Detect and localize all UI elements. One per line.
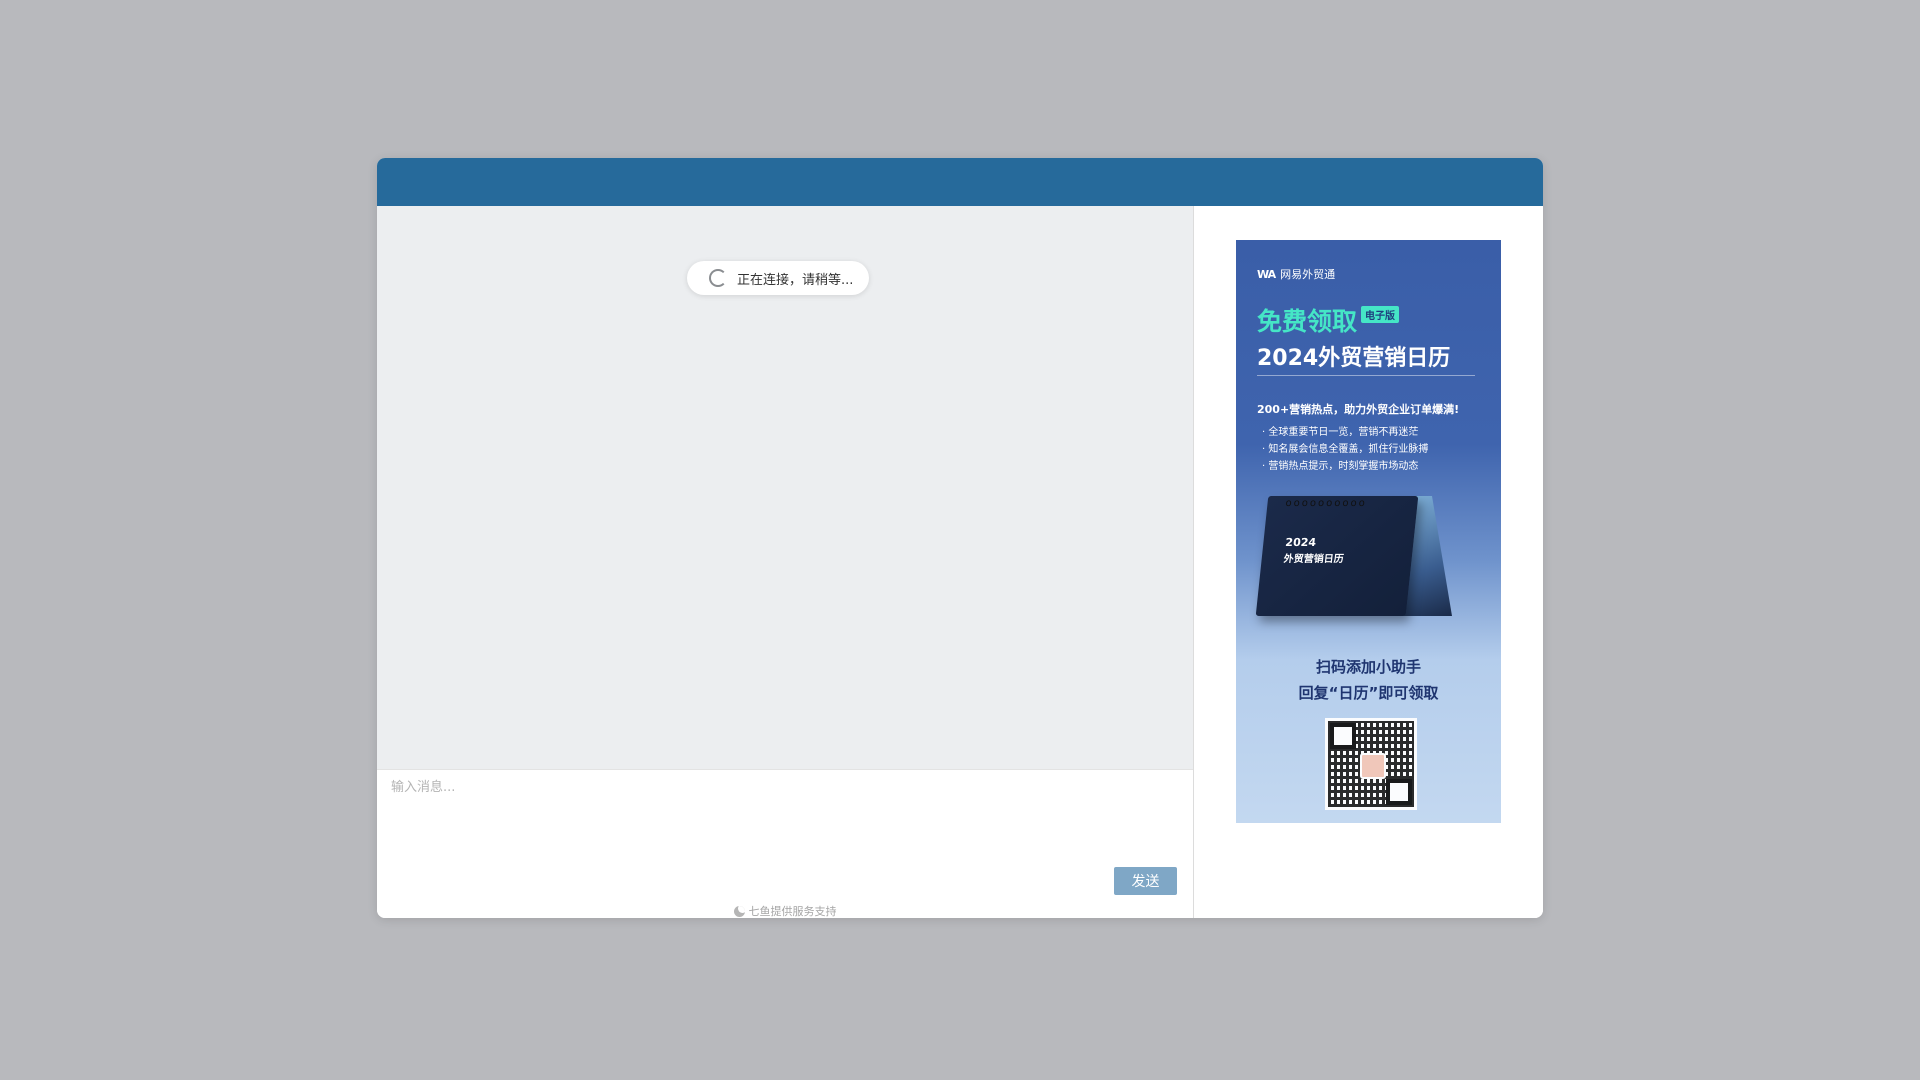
calendar-year: 2024 — [1284, 536, 1317, 549]
composer: 发送 七鱼提供服务支持 — [377, 769, 1193, 918]
chat-window: 正在连接，请稍等... 发送 七鱼提供服务支持 WA 网易外贸通 免费领取 — [377, 158, 1543, 918]
chat-header — [377, 158, 1543, 206]
qiyu-logo-icon — [733, 905, 745, 917]
promo-bullet: 全球重要节日一览，营销不再迷茫 — [1262, 424, 1428, 441]
loading-spinner-icon — [709, 269, 727, 287]
footer-credit-text: 七鱼提供服务支持 — [748, 905, 837, 918]
promo-cta-line2: 回复“日历”即可领取 — [1298, 684, 1439, 702]
promo-brand: WA 网易外贸通 — [1257, 266, 1335, 282]
promo-tag: 电子版 — [1361, 306, 1400, 323]
promo-headline: 免费领取 电子版 — [1257, 302, 1400, 338]
chat-body: 正在连接，请稍等... 发送 七鱼提供服务支持 WA 网易外贸通 免费领取 — [377, 206, 1543, 918]
calendar-title: 外贸营销日历 — [1283, 554, 1345, 565]
promo-subtitle: 2024外贸营销日历 — [1257, 346, 1451, 371]
promo-cta-line1: 扫码添加小助手 — [1315, 658, 1421, 676]
promo-cta: 扫码添加小助手 回复“日历”即可领取 — [1236, 654, 1501, 706]
conversation-pane: 正在连接，请稍等... 发送 七鱼提供服务支持 — [377, 206, 1194, 918]
promo-headline-text: 免费领取 — [1257, 307, 1358, 336]
calendar-rings-icon: oooooooooo — [1284, 498, 1368, 509]
message-area[interactable]: 正在连接，请稍等... — [377, 206, 1193, 769]
side-panel: WA 网易外贸通 免费领取 电子版 2024外贸营销日历 200+营销热点，助力… — [1194, 206, 1543, 918]
send-button[interactable]: 发送 — [1114, 867, 1177, 895]
calendar-front: oooooooooo 2024 外贸营销日历 — [1255, 496, 1419, 616]
connecting-status-pill: 正在连接，请稍等... — [687, 261, 870, 295]
calendar-illustration: oooooooooo 2024 外贸营销日历 — [1255, 488, 1480, 638]
promo-tagline: 200+营销热点，助力外贸企业订单爆满! — [1257, 403, 1460, 416]
footer-credit: 七鱼提供服务支持 — [377, 903, 1193, 918]
qr-code-icon — [1325, 718, 1417, 810]
promo-divider — [1257, 375, 1475, 376]
brand-name: 网易外贸通 — [1280, 268, 1336, 281]
connecting-status-text: 正在连接，请稍等... — [737, 272, 854, 288]
message-input[interactable] — [391, 776, 1171, 856]
brand-logo-icon: WA — [1257, 267, 1276, 281]
promo-bullets: 全球重要节日一览，营销不再迷茫 知名展会信息全覆盖，抓住行业脉搏 营销热点提示，… — [1262, 424, 1428, 475]
qr-avatar — [1360, 753, 1386, 779]
promo-bullet: 知名展会信息全覆盖，抓住行业脉搏 — [1262, 441, 1428, 458]
promo-banner[interactable]: WA 网易外贸通 免费领取 电子版 2024外贸营销日历 200+营销热点，助力… — [1236, 240, 1501, 823]
promo-bullet: 营销热点提示，时刻掌握市场动态 — [1262, 458, 1428, 475]
